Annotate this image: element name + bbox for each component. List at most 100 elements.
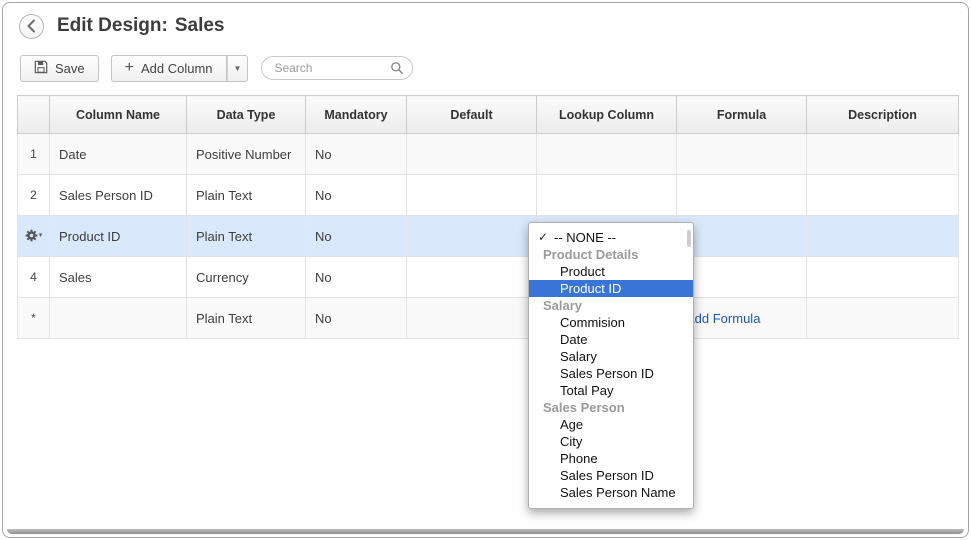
dropdown-option[interactable]: Date	[529, 331, 693, 348]
dropdown-option-label: Product ID	[560, 281, 621, 296]
caret-down-icon: ▼	[234, 64, 242, 73]
cell-default[interactable]	[407, 257, 537, 298]
dropdown-option-label: -- NONE --	[554, 230, 616, 245]
window-bottom-edge	[7, 529, 964, 534]
table-row[interactable]: ▾ Product IDPlain TextNo	[18, 216, 959, 257]
cell-column-name[interactable]: Date	[50, 134, 187, 175]
cell-data-type[interactable]: Positive Number	[187, 134, 306, 175]
dropdown-option[interactable]: ✓ -- NONE --	[529, 229, 693, 246]
dropdown-option[interactable]: Phone	[529, 450, 693, 467]
cell-data-type[interactable]: Plain Text	[187, 216, 306, 257]
header-cell-column-name: Column Name	[50, 96, 187, 134]
cell-data-type[interactable]: Currency	[187, 257, 306, 298]
cell-data-type[interactable]: Plain Text	[187, 298, 306, 339]
dropdown-option[interactable]: Sales Person ID	[529, 467, 693, 484]
dropdown-group-label: Product Details	[529, 246, 693, 263]
cell-formula[interactable]: Add Formula	[677, 298, 807, 339]
dropdown-group-label: Sales Person	[529, 399, 693, 416]
header-cell-lookup-column: Lookup Column	[537, 96, 677, 134]
table-row[interactable]: 1DatePositive NumberNo	[18, 134, 959, 175]
cell-mandatory[interactable]: No	[306, 216, 407, 257]
cell-mandatory[interactable]: No	[306, 134, 407, 175]
cell-default[interactable]	[407, 175, 537, 216]
table-row[interactable]: * Plain TextNo Add Formula	[18, 298, 959, 339]
dropdown-option-label: Phone	[560, 451, 598, 466]
dropdown-option[interactable]: Product	[529, 263, 693, 280]
cell-default[interactable]	[407, 216, 537, 257]
save-button[interactable]: Save	[20, 55, 99, 82]
cell-formula[interactable]	[677, 175, 807, 216]
cell-mandatory[interactable]: No	[306, 175, 407, 216]
header-cell-data-type: Data Type	[187, 96, 306, 134]
table-row[interactable]: 2Sales Person IDPlain TextNo	[18, 175, 959, 216]
add-formula-link[interactable]: Add Formula	[686, 311, 760, 326]
plus-icon: +	[125, 60, 134, 76]
row-settings-gear-icon[interactable]: ▾	[18, 216, 50, 257]
dropdown-option[interactable]: Product ID	[529, 280, 693, 297]
cell-formula[interactable]	[677, 216, 807, 257]
dropdown-option-label: Sales Person ID	[560, 468, 654, 483]
cell-column-name[interactable]	[50, 298, 187, 339]
cell-lookup[interactable]	[537, 134, 677, 175]
cell-column-name[interactable]: Sales	[50, 257, 187, 298]
cell-mandatory[interactable]: No	[306, 298, 407, 339]
search-box	[261, 56, 413, 80]
dropdown-option[interactable]: Sales Person ID	[529, 365, 693, 382]
dropdown-option-label: Total Pay	[560, 383, 613, 398]
search-icon	[390, 61, 404, 80]
row-number: 1	[18, 134, 50, 175]
design-table-body: 1DatePositive NumberNo2Sales Person IDPl…	[18, 134, 959, 339]
page-title-prefix: Edit Design:	[57, 15, 168, 36]
add-column-split-button: + Add Column ▼	[111, 55, 249, 82]
checkmark-icon: ✓	[538, 229, 548, 246]
cell-description[interactable]	[807, 298, 959, 339]
dropdown-option-label: Sales Person	[543, 400, 625, 415]
dropdown-option-label: Commision	[560, 315, 625, 330]
dropdown-option-label: City	[560, 434, 582, 449]
add-column-button[interactable]: + Add Column	[111, 55, 227, 82]
cell-lookup[interactable]	[537, 175, 677, 216]
row-number: *	[18, 298, 50, 339]
cell-default[interactable]	[407, 134, 537, 175]
save-button-label: Save	[55, 61, 85, 76]
dropdown-option[interactable]: Total Pay	[529, 382, 693, 399]
gear-caret-icon: ▾	[39, 232, 43, 239]
dropdown-group-label: Salary	[529, 297, 693, 314]
chevron-left-icon	[21, 15, 43, 37]
cell-formula[interactable]	[677, 134, 807, 175]
design-table: Column NameData TypeMandatoryDefaultLook…	[17, 95, 959, 339]
dropdown-option-label: Sales Person ID	[560, 366, 654, 381]
dropdown-option-label: Product	[560, 264, 605, 279]
dropdown-option[interactable]: Salary	[529, 348, 693, 365]
cell-column-name[interactable]: Sales Person ID	[50, 175, 187, 216]
dropdown-option-label: Age	[560, 417, 583, 432]
back-button[interactable]	[19, 14, 44, 39]
cell-default[interactable]	[407, 298, 537, 339]
cell-description[interactable]	[807, 175, 959, 216]
save-icon	[34, 60, 48, 77]
dropdown-option-label: Product Details	[543, 247, 638, 262]
row-number: 2	[18, 175, 50, 216]
header-cell-rownum	[18, 96, 50, 134]
cell-formula[interactable]	[677, 257, 807, 298]
add-column-label: Add Column	[141, 61, 213, 76]
cell-data-type[interactable]: Plain Text	[187, 175, 306, 216]
add-column-dropdown-arrow[interactable]: ▼	[227, 55, 249, 82]
dropdown-option[interactable]: Commision	[529, 314, 693, 331]
table-row[interactable]: 4SalesCurrencyNo	[18, 257, 959, 298]
header-cell-mandatory: Mandatory	[306, 96, 407, 134]
lookup-dropdown: ✓ -- NONE -- Product Details Product Product…	[528, 222, 694, 509]
dropdown-option[interactable]: Age	[529, 416, 693, 433]
table-header-row: Column NameData TypeMandatoryDefaultLook…	[18, 96, 959, 134]
cell-description[interactable]	[807, 134, 959, 175]
cell-description[interactable]	[807, 257, 959, 298]
dropdown-option[interactable]: City	[529, 433, 693, 450]
dropdown-option[interactable]: Sales Person Name	[529, 484, 693, 501]
dropdown-option-label: Sales Person Name	[560, 485, 676, 500]
cell-description[interactable]	[807, 216, 959, 257]
header-cell-default: Default	[407, 96, 537, 134]
header: Edit Design:Sales	[3, 3, 968, 49]
cell-column-name[interactable]: Product ID	[50, 216, 187, 257]
dropdown-option-label: Salary	[560, 349, 597, 364]
cell-mandatory[interactable]: No	[306, 257, 407, 298]
